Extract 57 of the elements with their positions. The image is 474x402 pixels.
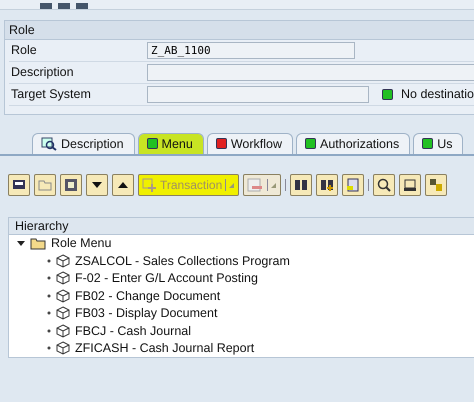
tab[interactable]: Menu [138, 132, 204, 154]
bullet-icon [47, 258, 51, 263]
document-icon [345, 177, 362, 194]
field-label: Target System [10, 87, 92, 102]
tree-item[interactable]: ZFICASH - Cash Journal Report [75, 341, 254, 356]
toolbar-button[interactable] [399, 174, 422, 196]
caret-icon [229, 182, 234, 188]
tree-item[interactable]: FB02 - Change Document [75, 288, 220, 303]
tab[interactable]: Description [32, 132, 135, 154]
zoom-out-icon [376, 177, 392, 194]
toolbar-button[interactable] [425, 174, 448, 196]
cube-icon [56, 271, 70, 286]
status-text: No destinatio [401, 87, 474, 102]
add-icon [141, 177, 157, 194]
up-icon [118, 182, 128, 188]
cube-icon [56, 306, 70, 320]
bullet-icon [47, 276, 51, 280]
toolbar-button[interactable] [112, 174, 134, 196]
binoculars-plus-icon [319, 177, 336, 194]
toolbar-button[interactable] [290, 174, 312, 196]
toolbar-button[interactable] [60, 174, 82, 196]
bullet-icon [47, 294, 51, 298]
toolbar-button[interactable] [86, 174, 108, 196]
printer-icon [402, 177, 418, 194]
cube-icon [56, 324, 70, 338]
tab[interactable]: Workflow [206, 132, 293, 154]
tab[interactable]: Us [413, 132, 464, 154]
tab[interactable]: Authorizations [296, 132, 410, 154]
tree-item[interactable]: F-02 - Enter G/L Account Posting [75, 271, 258, 286]
column-header: Hierarchy [9, 218, 474, 234]
field-label: Description [10, 65, 75, 80]
tree-item[interactable]: FBCJ - Cash Journal [75, 324, 192, 338]
toolbar-button[interactable] [8, 174, 30, 196]
cube-icon [56, 341, 70, 356]
text-field[interactable] [147, 64, 474, 81]
text-field[interactable] [147, 86, 369, 103]
bullet-icon [47, 311, 51, 316]
cube-icon [56, 288, 70, 303]
text-field[interactable]: Z_AB_1100 [147, 42, 355, 59]
tree-item[interactable]: Role Menu [51, 236, 112, 250]
expanded-caret-icon[interactable] [17, 239, 25, 248]
delete-row-icon [246, 177, 264, 194]
tree-item[interactable]: ZSALCOL - Sales Collections Program [75, 254, 290, 268]
bullet-icon [47, 328, 51, 333]
magnifier-icon [41, 136, 57, 151]
folder-icon [30, 236, 46, 250]
cube-icon [56, 254, 70, 268]
toolbar-button[interactable] [373, 174, 396, 196]
toolbar-button[interactable] [342, 174, 364, 196]
frame-icon [63, 177, 79, 194]
tree-item[interactable]: FB03 - Display Document [75, 306, 218, 320]
down-icon [92, 182, 102, 188]
bullet-icon [47, 346, 51, 350]
section-title: Role [5, 20, 474, 40]
toolbar-button[interactable] [316, 174, 338, 196]
caret-icon [271, 182, 276, 188]
field-label: Role [10, 43, 38, 58]
